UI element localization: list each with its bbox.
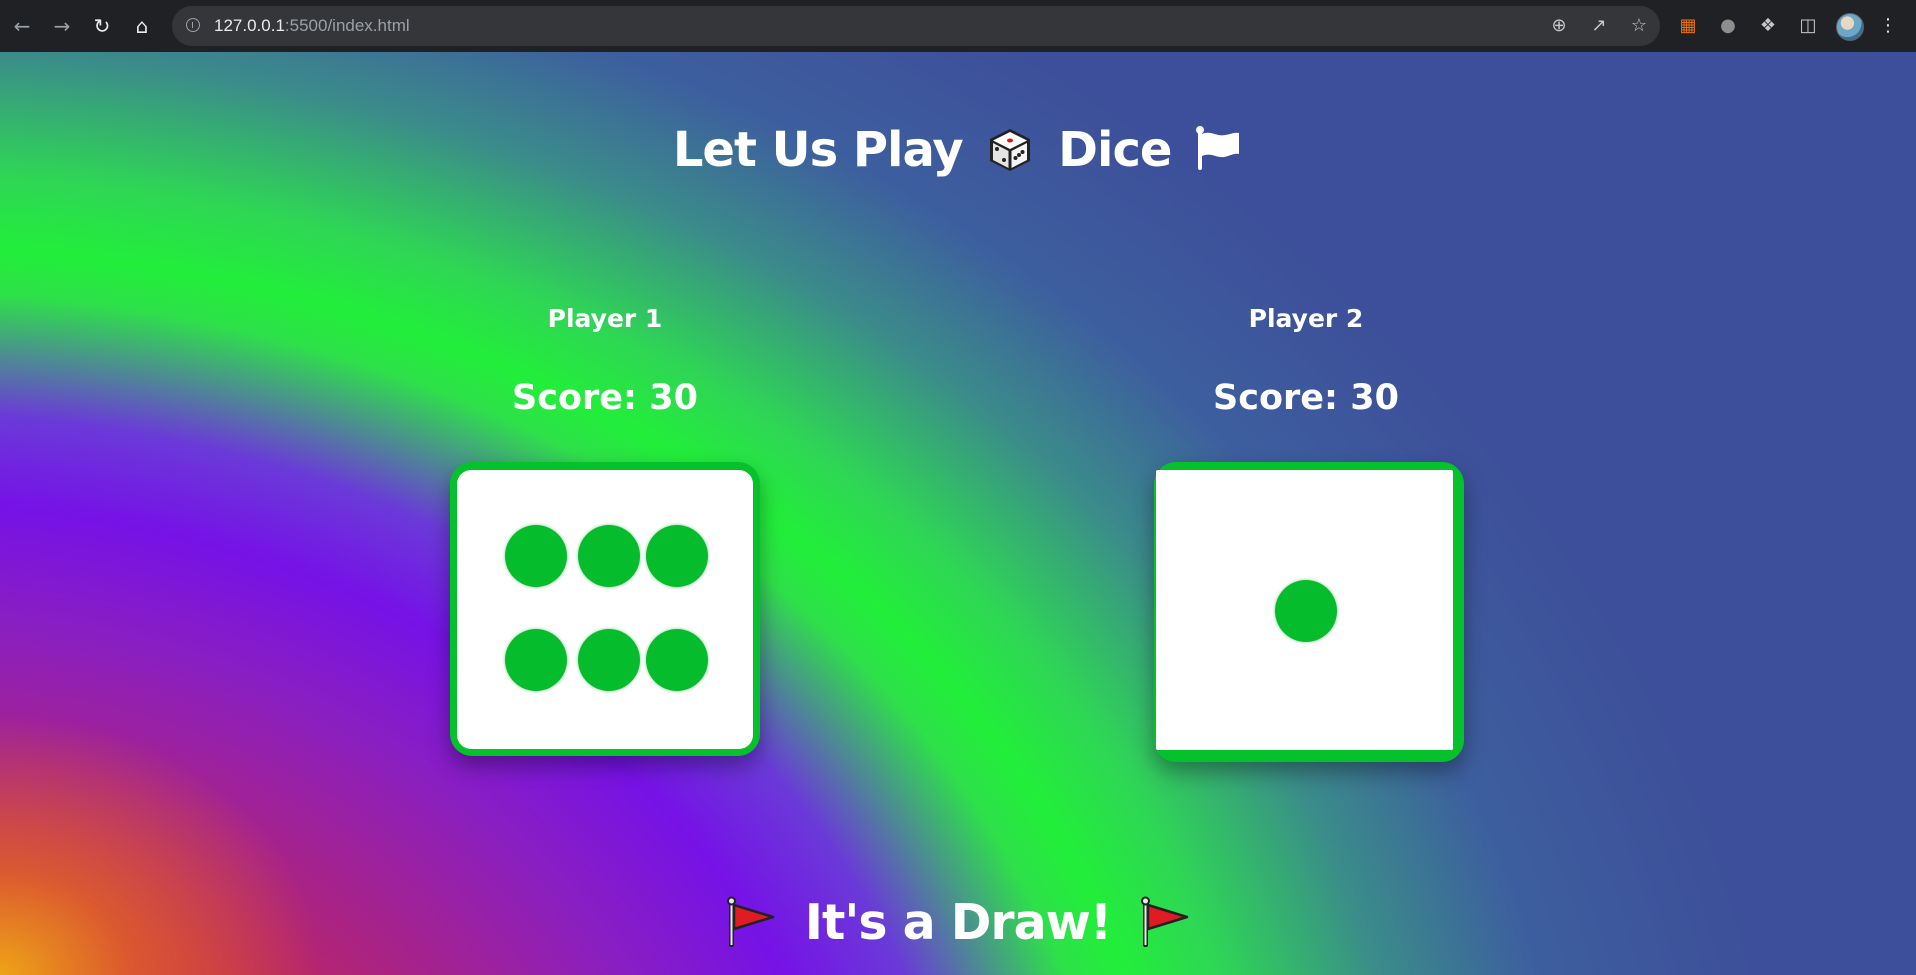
menu-kebab-icon[interactable]: ⋮ — [1876, 14, 1900, 38]
back-arrow-icon[interactable]: ← — [10, 14, 34, 38]
white-flag-icon — [1196, 126, 1240, 170]
reload-icon[interactable]: ↻ — [90, 14, 114, 38]
player-1-die — [450, 462, 760, 756]
red-flag-icon — [726, 896, 774, 947]
die-pip — [1275, 580, 1337, 642]
zoom-icon[interactable]: ⊕ — [1548, 15, 1570, 37]
profile-avatar[interactable] — [1836, 13, 1864, 41]
die-pip — [578, 629, 640, 691]
url-text[interactable]: 127.0.0.1:5500/index.html — [214, 16, 410, 36]
extension-brick-icon[interactable]: ▦ — [1676, 14, 1700, 38]
page-title: Let Us Play Dice — [0, 122, 1916, 178]
die-face — [457, 470, 753, 749]
home-icon[interactable]: ⌂ — [130, 14, 154, 38]
die-pip — [578, 525, 640, 587]
die-pip — [646, 525, 708, 587]
die-pip — [505, 629, 567, 691]
die-face — [1156, 470, 1453, 750]
forward-arrow-icon[interactable]: → — [50, 14, 74, 38]
bookmark-star-icon[interactable]: ☆ — [1628, 15, 1650, 37]
result-message: It's a Draw! — [0, 894, 1916, 951]
game-die-icon — [990, 129, 1031, 171]
player-2-name: Player 2 — [1248, 304, 1364, 333]
address-bar[interactable]: 127.0.0.1:5500/index.html ⊕ ↗ ☆ — [172, 6, 1660, 46]
side-panel-icon[interactable]: ◫ — [1796, 14, 1820, 38]
extensions-puzzle-icon[interactable]: ❖ — [1756, 14, 1780, 38]
url-path: :5500/index.html — [284, 16, 410, 35]
player-1-name: Player 1 — [547, 304, 663, 333]
extension-acorn-icon[interactable]: ● — [1716, 14, 1740, 38]
url-host: 127.0.0.1 — [214, 16, 285, 35]
page-background: Let Us Play Dice Player 1 Score: 30 Play… — [0, 52, 1916, 975]
player-2-die — [1154, 462, 1464, 762]
player-1-score: Score: 30 — [512, 378, 698, 418]
site-info-icon[interactable] — [186, 18, 200, 32]
title-text-start: Let Us Play — [672, 122, 964, 178]
red-flag-icon — [1141, 896, 1189, 947]
title-text-end: Dice — [1058, 122, 1172, 178]
share-icon[interactable]: ↗ — [1588, 15, 1610, 37]
browser-toolbar: ← → ↻ ⌂ 127.0.0.1:5500/index.html ⊕ ↗ ☆ … — [0, 0, 1916, 52]
player-2-score: Score: 30 — [1213, 378, 1399, 418]
die-pip — [646, 629, 708, 691]
result-text: It's a Draw! — [804, 894, 1113, 951]
die-pip — [505, 525, 567, 587]
